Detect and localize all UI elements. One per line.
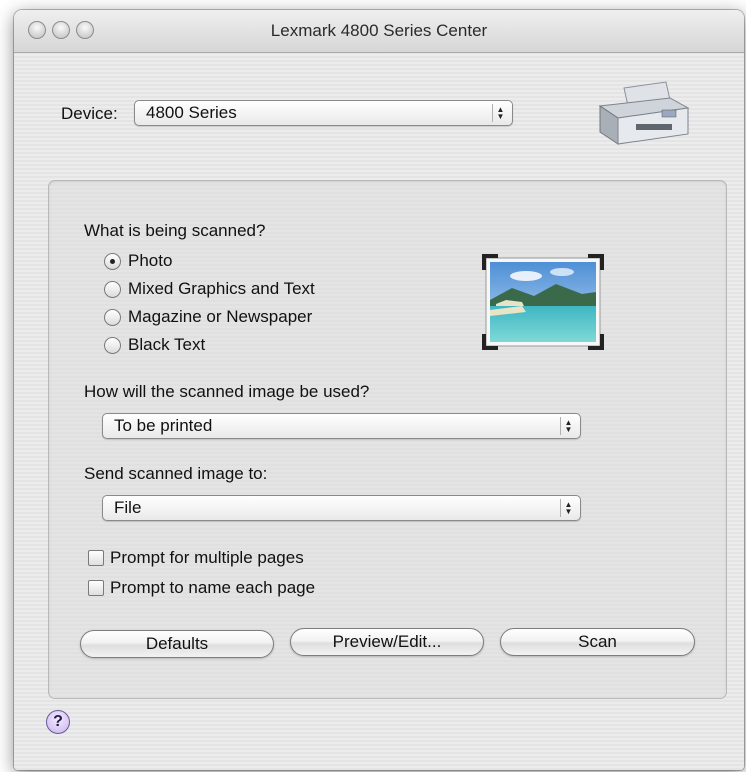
updown-arrows-icon: ▲ ▼: [492, 104, 508, 122]
radio-label: Mixed Graphics and Text: [128, 279, 315, 298]
device-label: Device:: [61, 104, 118, 123]
checkbox-label: Prompt to name each page: [110, 578, 316, 597]
radio-label: Magazine or Newspaper: [128, 307, 313, 326]
checkbox-indicator[interactable]: [88, 550, 104, 566]
printer-icon: [598, 81, 690, 145]
checkbox-label: Prompt for multiple pages: [110, 548, 304, 567]
scan-button[interactable]: Scan: [500, 628, 695, 656]
updown-arrows-icon: ▲ ▼: [560, 499, 576, 517]
destination-question: Send scanned image to:: [84, 464, 268, 483]
radio-label: Black Text: [128, 335, 206, 354]
window-title: Lexmark 4800 Series Center: [270, 21, 488, 40]
radio-indicator[interactable]: [104, 309, 121, 326]
usage-select[interactable]: To be printed ▲ ▼: [102, 413, 581, 439]
radio-label: Photo: [128, 251, 173, 270]
updown-arrows-icon: ▲ ▼: [560, 417, 576, 435]
help-icon[interactable]: ?: [46, 710, 70, 734]
usage-question: How will the scanned image be used?: [84, 382, 370, 401]
device-select-value: 4800 Series: [146, 103, 237, 122]
radio-indicator[interactable]: [104, 281, 121, 298]
usage-select-value: To be printed: [114, 416, 213, 435]
photo-preview-image: [482, 254, 604, 350]
preview-edit-button[interactable]: Preview/Edit...: [290, 628, 484, 656]
title-bar: Lexmark 4800 Series Center: [14, 10, 744, 53]
radio-indicator[interactable]: [104, 337, 121, 354]
checkbox-indicator[interactable]: [88, 580, 104, 596]
radio-selected-indicator[interactable]: [104, 253, 121, 270]
destination-select-value: File: [114, 498, 142, 517]
defaults-button[interactable]: Defaults: [80, 630, 274, 658]
destination-select[interactable]: File ▲ ▼: [102, 495, 581, 521]
scan-type-question: What is being scanned?: [84, 221, 266, 240]
scan-center-window: Lexmark 4800 Series Center Device: 4800 …: [14, 10, 744, 770]
device-select[interactable]: 4800 Series ▲ ▼: [134, 100, 513, 126]
